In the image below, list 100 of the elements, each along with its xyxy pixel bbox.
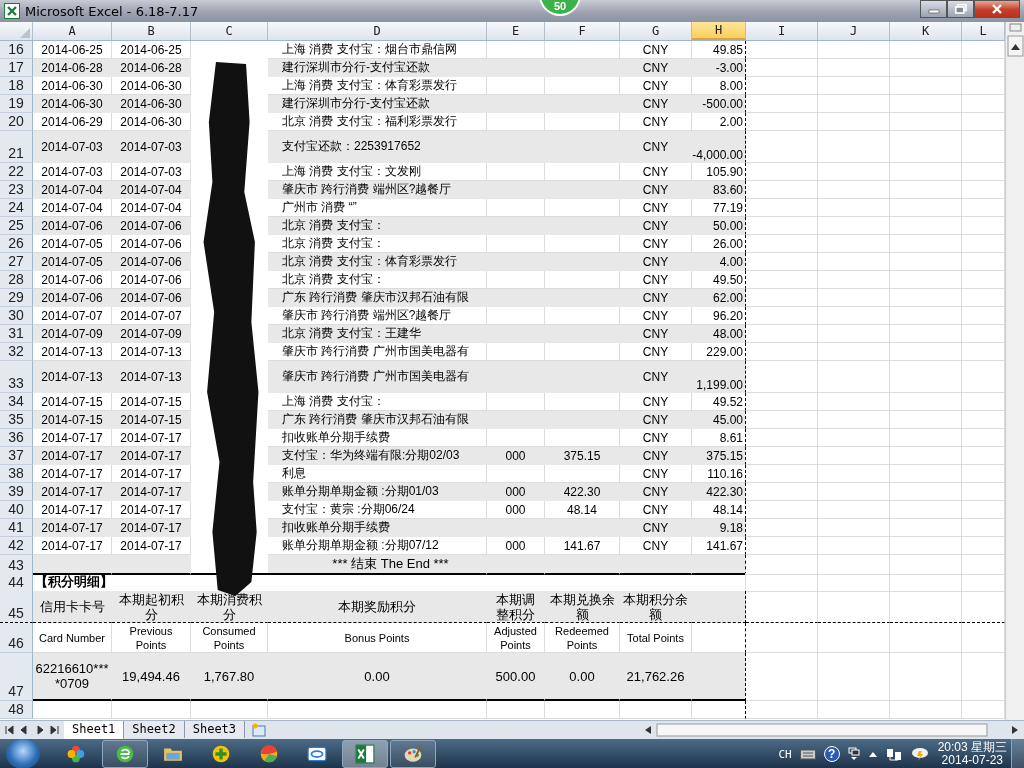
table-cell[interactable]: 2014-07-06 xyxy=(112,289,191,307)
table-cell[interactable]: 2014-07-09 xyxy=(112,325,191,343)
table-cell[interactable]: 2014-07-17 xyxy=(33,483,112,501)
row-number[interactable]: 20 xyxy=(0,113,33,131)
table-cell[interactable]: 账单分期单期金额 :分期01/03 xyxy=(268,483,487,501)
column-label[interactable]: 本期兑换余额 xyxy=(545,591,620,623)
row-number[interactable]: 19 xyxy=(0,95,33,113)
table-cell[interactable]: 375.15 xyxy=(692,447,746,465)
table-cell[interactable]: 2014-07-06 xyxy=(33,217,112,235)
table-cell[interactable]: 北京 消费 支付宝：体育彩票发行 xyxy=(268,253,487,271)
row-number[interactable]: 26 xyxy=(0,235,33,253)
table-cell[interactable]: CNY xyxy=(620,95,692,113)
row-number[interactable]: 37 xyxy=(0,447,33,465)
restore-button[interactable] xyxy=(947,0,974,18)
row-number[interactable]: 27 xyxy=(0,253,33,271)
table-cell[interactable]: 2014-07-05 xyxy=(33,253,112,271)
taskbar-button[interactable] xyxy=(390,740,436,768)
table-cell[interactable]: 48.00 xyxy=(692,325,746,343)
table-cell[interactable]: CNY xyxy=(620,181,692,199)
minimize-button[interactable] xyxy=(920,0,947,18)
row-number[interactable]: 18 xyxy=(0,77,33,95)
table-cell[interactable]: 支付宝：华为终端有限:分期02/03 xyxy=(268,447,487,465)
column-header[interactable]: F xyxy=(545,22,620,40)
row-number[interactable]: 25 xyxy=(0,217,33,235)
taskbar-button[interactable] xyxy=(342,740,388,768)
table-cell[interactable]: CNY xyxy=(620,447,692,465)
table-cell[interactable]: 000 xyxy=(487,447,545,465)
row-number[interactable]: 35 xyxy=(0,411,33,429)
table-cell[interactable]: CNY xyxy=(620,253,692,271)
column-header[interactable]: E xyxy=(487,22,545,40)
table-cell[interactable]: 1,767.80 xyxy=(191,653,268,701)
column-label[interactable]: 本期消费积分 xyxy=(191,591,268,623)
table-cell[interactable]: 21,762.26 xyxy=(620,653,692,701)
table-cell[interactable]: 2014-06-30 xyxy=(112,95,191,113)
table-cell[interactable]: 500.00 xyxy=(487,653,545,701)
column-label[interactable]: 本期起初积分 xyxy=(112,591,191,623)
column-label[interactable]: 本期奖励积分 xyxy=(268,591,487,623)
table-cell[interactable]: 2014-07-13 xyxy=(112,361,191,393)
row-number[interactable]: 30 xyxy=(0,307,33,325)
column-label[interactable]: 信用卡卡号 xyxy=(33,591,112,623)
table-cell[interactable]: CNY xyxy=(620,59,692,77)
row-number[interactable]: 46 xyxy=(0,623,33,653)
start-button[interactable] xyxy=(6,739,40,768)
table-cell[interactable]: 2014-07-03 xyxy=(33,131,112,163)
row-number[interactable]: 36 xyxy=(0,429,33,447)
table-cell[interactable]: 2014-07-06 xyxy=(112,253,191,271)
table-cell[interactable]: 2014-07-15 xyxy=(33,411,112,429)
table-cell[interactable]: 422.30 xyxy=(545,483,620,501)
clock-time[interactable]: 20:03 星期三 xyxy=(937,741,1007,754)
table-cell[interactable]: 2014-07-04 xyxy=(33,181,112,199)
language-indicator[interactable]: CH xyxy=(778,747,792,761)
row-number[interactable]: 31 xyxy=(0,325,33,343)
table-cell[interactable]: 45.00 xyxy=(692,411,746,429)
column-header[interactable]: D xyxy=(268,22,487,40)
row-number[interactable]: 38 xyxy=(0,465,33,483)
insert-sheet-icon[interactable] xyxy=(251,723,268,737)
table-cell[interactable]: 肇庆市 跨行消费 广州市国美电器有 xyxy=(268,361,487,393)
keyboard-icon[interactable] xyxy=(799,748,816,760)
column-header[interactable]: H xyxy=(692,22,746,40)
table-cell[interactable]: 4.00 xyxy=(692,253,746,271)
network-icon[interactable] xyxy=(885,746,902,762)
table-cell[interactable]: 2014-06-28 xyxy=(33,59,112,77)
table-cell[interactable]: 建行深圳市分行-支付宝还款 xyxy=(268,95,487,113)
table-cell[interactable]: -4,000.00 xyxy=(692,131,746,163)
row-number[interactable]: 17 xyxy=(0,59,33,77)
table-cell[interactable]: CNY xyxy=(620,361,692,393)
table-cell[interactable]: 2014-07-17 xyxy=(33,519,112,537)
table-cell[interactable]: 北京 消费 支付宝： xyxy=(268,217,487,235)
column-header[interactable]: J xyxy=(818,22,890,40)
table-cell[interactable]: 2014-07-17 xyxy=(33,447,112,465)
table-cell[interactable]: 9.18 xyxy=(692,519,746,537)
table-cell[interactable]: 建行深圳市分行-支付宝还款 xyxy=(268,59,487,77)
column-label[interactable]: 本期调整积分 xyxy=(487,591,545,623)
table-cell[interactable]: 83.60 xyxy=(692,181,746,199)
table-cell[interactable]: CNY xyxy=(620,411,692,429)
table-cell[interactable]: 422.30 xyxy=(692,483,746,501)
table-cell[interactable]: CNY xyxy=(620,217,692,235)
row-number[interactable]: 29 xyxy=(0,289,33,307)
table-cell[interactable]: 0.00 xyxy=(268,653,487,701)
table-cell[interactable]: 62216610****0709 xyxy=(33,653,112,701)
row-number[interactable]: 39 xyxy=(0,483,33,501)
empty-cell[interactable] xyxy=(692,701,746,719)
show-hidden-icon[interactable] xyxy=(867,750,878,758)
row-number[interactable]: 32 xyxy=(0,343,33,361)
table-cell[interactable]: 375.15 xyxy=(545,447,620,465)
table-cell[interactable]: 2014-07-17 xyxy=(112,483,191,501)
sheet-tab[interactable]: Sheet1 xyxy=(64,720,125,740)
row-number[interactable]: 48 xyxy=(0,701,33,719)
show-desktop-button[interactable] xyxy=(1011,739,1024,768)
column-label[interactable]: 本期积分余额 xyxy=(620,591,692,623)
column-header[interactable]: A xyxy=(33,22,112,40)
column-header[interactable]: C xyxy=(191,22,268,40)
help-button[interactable]: ? xyxy=(823,746,840,762)
row-number[interactable]: 43 xyxy=(0,555,33,575)
row-number[interactable]: 45 xyxy=(0,591,33,623)
sheet-tab[interactable]: Sheet3 xyxy=(184,720,246,738)
table-cell[interactable]: 19,494.46 xyxy=(112,653,191,701)
row-number[interactable]: 24 xyxy=(0,199,33,217)
table-cell[interactable]: 广东 跨行消费 肇庆市汉邦石油有限 xyxy=(268,289,487,307)
column-header[interactable]: I xyxy=(746,22,818,40)
